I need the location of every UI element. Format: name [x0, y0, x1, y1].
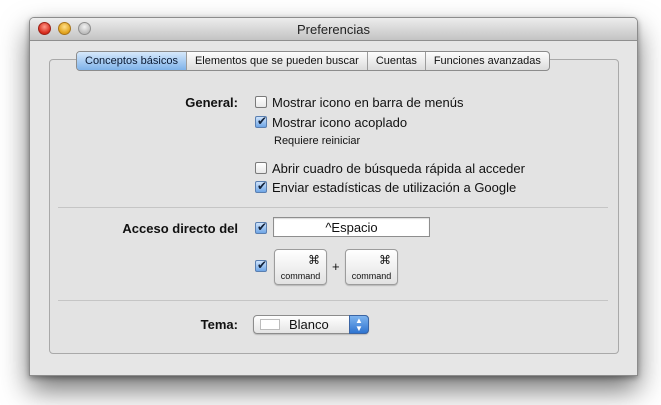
menu-bar-icon-label[interactable]: Mostrar icono en barra de menús	[272, 95, 463, 110]
theme-label: Tema:	[200, 317, 238, 332]
restart-required-note: Requiere reiniciar	[274, 135, 361, 147]
menu-bar-icon-checkbox[interactable]	[255, 96, 267, 108]
separator	[58, 207, 608, 208]
dock-icon-label[interactable]: Mostrar icono acoplado	[272, 115, 407, 130]
title-bar[interactable]: Preferencias	[30, 18, 637, 41]
command-key-2[interactable]: ⌘ command	[345, 249, 398, 285]
tab-conceptos-basicos[interactable]: Conceptos básicos	[77, 52, 186, 70]
theme-value: Blanco	[289, 317, 329, 332]
separator	[58, 300, 608, 301]
quick-search-label[interactable]: Abrir cuadro de búsqueda rápida al acced…	[272, 161, 525, 176]
theme-color-swatch	[260, 319, 280, 330]
usage-stats-checkbox[interactable]	[255, 179, 268, 193]
shortcut-field-checkbox[interactable]	[255, 220, 268, 234]
tab-cuentas[interactable]: Cuentas	[366, 52, 425, 70]
dock-icon-checkbox[interactable]	[255, 114, 268, 128]
window-title: Preferencias	[297, 22, 370, 37]
command-key-1[interactable]: ⌘ command	[274, 249, 327, 285]
shortcut-keys-checkbox[interactable]	[255, 258, 268, 272]
plus-sign: +	[332, 259, 340, 274]
tab-bar: Conceptos básicos Elementos que se puede…	[76, 51, 550, 71]
up-down-arrows-icon: ▲ ▼	[349, 315, 369, 334]
general-label: General:	[185, 95, 238, 110]
tab-funciones-avanzadas[interactable]: Funciones avanzadas	[424, 52, 549, 70]
command-icon: ⌘	[379, 253, 391, 267]
theme-select[interactable]: Blanco ▲ ▼	[253, 315, 369, 334]
quick-search-checkbox[interactable]	[255, 162, 267, 174]
shortcut-input[interactable]: ^Espacio	[273, 217, 430, 237]
preferences-window: Preferencias Conceptos básicos Elementos…	[29, 17, 638, 376]
key-name: command	[280, 271, 321, 281]
command-icon: ⌘	[308, 253, 320, 267]
usage-stats-label[interactable]: Enviar estadísticas de utilización a Goo…	[272, 180, 516, 195]
tab-elementos-buscables[interactable]: Elementos que se pueden buscar	[185, 52, 367, 70]
shortcut-label: Acceso directo del	[122, 221, 238, 236]
key-name: command	[351, 271, 392, 281]
